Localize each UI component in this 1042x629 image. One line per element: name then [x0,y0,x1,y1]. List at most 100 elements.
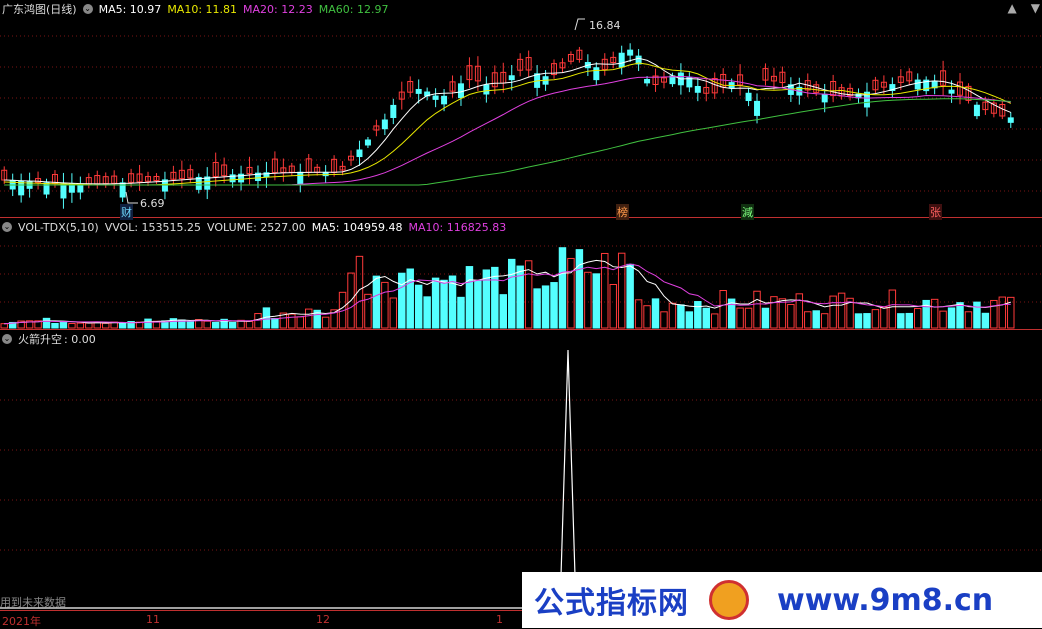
candle-body [457,83,464,99]
volume-bar [897,313,905,329]
candle-body [441,95,448,105]
settings-circle-icon[interactable]: ⌄ [2,334,12,344]
watermark-logo-icon [709,580,749,620]
main-chart-panel[interactable]: 广东鸿图(日线) ⌄ MA5: 10.97 MA10: 11.81 MA20: … [0,0,1042,220]
candle-body [60,183,67,199]
main-header: 广东鸿图(日线) ⌄ MA5: 10.97 MA10: 11.81 MA20: … [2,1,388,17]
low-marker-line [125,191,138,204]
volume-bar [381,281,389,329]
high-price-marker: 16.84 [589,19,621,32]
axis-label-1: 1 [496,613,503,626]
ma-line [4,57,1011,185]
candle-body [1007,117,1014,123]
volume-bar [905,312,914,329]
volume-bar [922,299,930,329]
candle-body [627,49,634,56]
volume-bar [389,297,398,329]
candle-body [694,86,701,93]
volume-bar [567,257,575,329]
volume-bar [761,307,770,329]
volume-bar [592,273,601,329]
high-marker-line [574,18,585,31]
stock-title[interactable]: 广东鸿图(日线) [2,1,77,17]
volume-bar [533,288,541,329]
watermark-url: www.9m8.cn [777,582,994,618]
volume-bar [271,318,279,329]
volume-bar [643,305,651,329]
volume-bar [42,317,51,329]
volume-bar [144,318,152,329]
volume-bar [296,316,304,329]
indicator-value: : 0.00 [64,332,96,346]
volume-bar [685,311,694,329]
volume-bar [829,295,837,329]
volume-bar [584,271,592,329]
ma10-label: MA10: 11.81 [167,2,238,16]
volume-bar [406,268,414,329]
settings-circle-icon[interactable]: ⌄ [2,222,12,232]
volume-bar [744,307,753,329]
volume-bar [930,298,939,329]
volume-bar [186,321,195,329]
volume-bar [914,308,922,329]
vol-ma10-label: MA10: 116825.83 [408,220,507,234]
volume-bar [440,279,448,329]
volume-bar [85,322,93,329]
volume-bar [634,299,643,329]
volume-bar [854,313,863,329]
volume-bar [457,296,465,329]
settings-circle-icon[interactable]: ⌄ [82,4,93,14]
volume-bar [245,320,254,329]
volume-bar [837,292,846,329]
volume-bar [677,304,685,329]
indicator-chart[interactable] [0,330,1042,610]
volume-bar [558,247,567,329]
volume-bar [423,296,431,329]
candle-body [821,93,828,103]
indicator-panel[interactable]: ⌄ 火箭升空 : 0.00 用到未来数据 [0,330,1042,610]
candle-body [593,67,600,81]
volume-bar [499,294,507,329]
volume-bar [795,293,804,329]
low-price-marker: 6.69 [140,197,165,210]
axis-label-11: 11 [146,613,160,626]
volume-bar [660,311,668,329]
candle-body [914,79,921,90]
candle-body [745,92,752,102]
ma5-label: MA5: 10.97 [98,2,162,16]
volume-bar [770,296,778,329]
volume-bar [465,266,474,329]
volume-bar [871,309,880,329]
up-arrow-icon[interactable]: ▲ [1008,1,1017,15]
volume-bar [753,290,761,329]
volume-bar [880,306,888,329]
volume-bar [228,321,237,329]
volume-panel[interactable]: ⌄ VOL-TDX(5,10) VVOL: 153515.25 VOLUME: … [0,218,1042,330]
volume-bar [651,298,660,329]
candle-body [973,104,980,117]
volume-bar [305,308,313,329]
volume-header: ⌄ VOL-TDX(5,10) VVOL: 153515.25 VOLUME: … [2,219,506,235]
volume-bar [601,252,609,329]
volume-bar [812,310,820,329]
volume-bar [736,307,744,329]
candle-body [644,79,651,84]
vol-title[interactable]: VOL-TDX(5,10) [18,221,99,234]
volume-bar [626,263,634,329]
indicator-title[interactable]: 火箭升空 [18,331,62,347]
indicator-header: ⌄ 火箭升空 : 0.00 [2,331,96,347]
candlestick-chart[interactable] [0,0,1042,218]
down-arrow-icon[interactable]: ▼ [1031,1,1040,15]
ma20-label: MA20: 12.23 [243,2,313,16]
volume-bar [964,311,973,329]
volume-bar [939,310,947,329]
volume-bar [321,316,330,329]
indicator-line [0,349,1015,609]
volume-bar [0,323,8,329]
watermark-text: 公式指标网 [534,586,689,621]
volume-bar [102,322,110,329]
watermark-banner: 公式指标网 www.9m8.cn [522,572,1042,628]
vvol-label: VVOL: 153515.25 [104,220,202,234]
volume-bar [617,252,626,329]
volume-bar [778,298,787,329]
